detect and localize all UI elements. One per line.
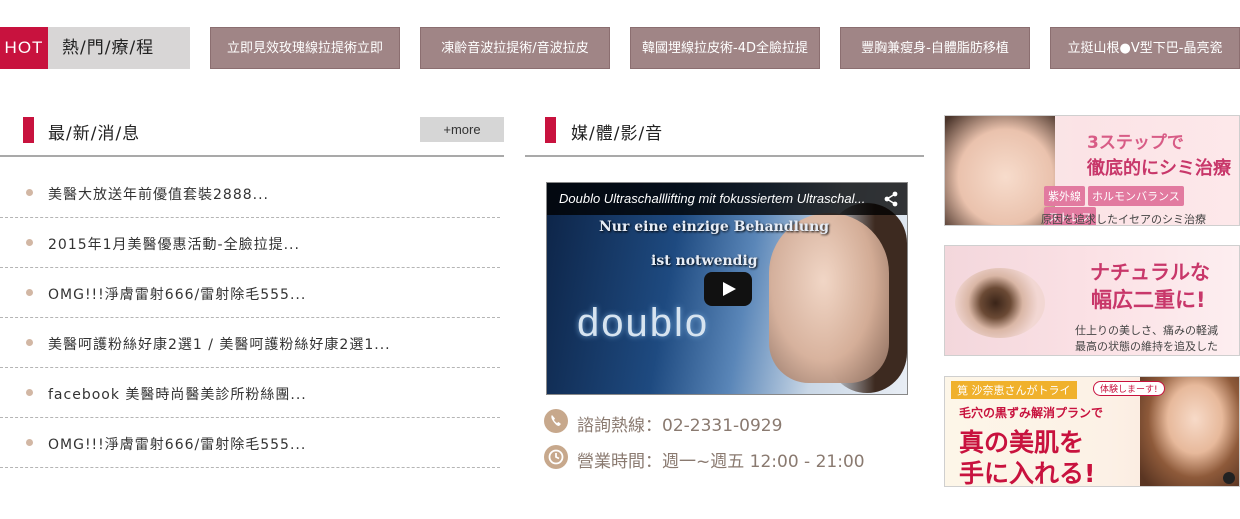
- banner-badge: 体験しまーす!: [1093, 381, 1165, 396]
- share-icon[interactable]: [883, 191, 899, 207]
- phone-icon: [544, 409, 568, 433]
- banner-double-eyelid[interactable]: ナチュラルな 幅広二重に! 仕上りの美しさ、痛みの軽減 最高の状態の維持を追及し…: [944, 245, 1240, 356]
- banner-spot-treatment[interactable]: 3ステップで 徹底的にシミ治療 紫外線 ホルモンバランスストレス 原因を追求したイ…: [944, 115, 1240, 226]
- list-item[interactable]: 美醫大放送年前優值套裝2888...: [0, 168, 500, 218]
- banner-subtext: 毛穴の黒ずみ解消プランで: [959, 406, 1104, 420]
- bullet-icon: [26, 289, 33, 296]
- hot-treatment-button-4[interactable]: 豐胸兼瘦身-自體脂肪移植: [840, 27, 1030, 69]
- next-arrow-icon[interactable]: [1223, 472, 1235, 484]
- news-link[interactable]: OMG!!!淨膚雷射666/雷射除毛555...: [48, 284, 306, 304]
- news-link[interactable]: 美醫大放送年前優值套裝2888...: [48, 184, 269, 204]
- media-section-header: 媒/體/影/音: [525, 117, 924, 157]
- phone-text: 諮詢熱線：02-2331-0929: [577, 416, 783, 436]
- bullet-icon: [26, 439, 33, 446]
- bullet-icon: [26, 389, 33, 396]
- bullet-icon: [26, 189, 33, 196]
- banner-heading: ナチュラルな: [1090, 260, 1210, 284]
- news-link[interactable]: OMG!!!淨膚雷射666/雷射除毛555...: [48, 434, 306, 454]
- media-title: 媒/體/影/音: [571, 124, 664, 144]
- video-model-face: [769, 213, 889, 383]
- list-item[interactable]: OMG!!!淨膚雷射666/雷射除毛555...: [0, 418, 500, 468]
- list-item[interactable]: 2015年1月美醫優惠活動-全臉拉提...: [0, 218, 500, 268]
- banner-model-image: [945, 116, 1055, 225]
- news-title: 最/新/消/息: [48, 124, 141, 144]
- hot-treatment-button-2[interactable]: 凍齡音波拉提術/音波拉皮: [420, 27, 610, 69]
- list-item[interactable]: facebook 美醫時尚醫美診所粉絲團...: [0, 368, 500, 418]
- hot-treatment-button-5[interactable]: 立挺山根●V型下巴-晶亮瓷: [1050, 27, 1240, 69]
- banner-name-tag: 筧 沙奈恵さんがトライ: [951, 381, 1077, 399]
- banner-heading-2: 徹底的にシミ治療: [1087, 158, 1231, 179]
- video-player[interactable]: Nur eine einzige Behandlung ist notwendi…: [546, 182, 908, 395]
- bullet-icon: [26, 239, 33, 246]
- video-caption-line1: Nur eine einzige Behandlung: [599, 219, 830, 235]
- banner-subtext: 仕上りの美しさ、痛みの軽減: [1075, 324, 1218, 337]
- more-button[interactable]: +more: [420, 117, 504, 142]
- news-list: 美醫大放送年前優值套裝2888... 2015年1月美醫優惠活動-全臉拉提...…: [0, 168, 500, 468]
- banner-tag: 紫外線: [1044, 186, 1085, 206]
- banner-pore-care[interactable]: 筧 沙奈恵さんがトライ 体験しまーす! 毛穴の黒ずみ解消プランで 真の美肌を 手…: [944, 376, 1240, 487]
- banner-subtext-2: 最高の状態の維持を追及した: [1075, 340, 1218, 353]
- section-marker: [23, 117, 34, 143]
- news-section-header: 最/新/消/息 +more: [0, 117, 504, 157]
- hot-title: 熱/門/療/程: [48, 27, 190, 69]
- section-marker: [545, 117, 556, 143]
- news-link[interactable]: facebook 美醫時尚醫美診所粉絲團...: [48, 384, 307, 404]
- banner-tag: ホルモンバランス: [1088, 186, 1184, 206]
- hours-text: 營業時間：週一~週五 12:00 - 21:00: [577, 452, 865, 472]
- news-link[interactable]: 2015年1月美醫優惠活動-全臉拉提...: [48, 234, 300, 254]
- hot-treatment-button-1[interactable]: 立即見效玫瑰線拉提術立即: [210, 27, 400, 69]
- hot-label: HOT: [0, 27, 48, 69]
- banner-heading-2: 手に入れる!: [959, 459, 1096, 487]
- banner-eye-image: [955, 268, 1045, 338]
- list-item[interactable]: OMG!!!淨膚雷射666/雷射除毛555...: [0, 268, 500, 318]
- news-link[interactable]: 美醫呵護粉絲好康2選1 / 美醫呵護粉絲好康2選1...: [48, 334, 391, 354]
- bullet-icon: [26, 339, 33, 346]
- video-brand-logo: doublo: [577, 301, 710, 345]
- hot-treatment-button-3[interactable]: 韓國埋線拉皮術-4D全臉拉提: [630, 27, 820, 69]
- video-title[interactable]: Doublo Ultraschalllifting mit fokussiert…: [559, 191, 865, 206]
- play-icon[interactable]: [704, 272, 752, 306]
- list-item[interactable]: 美醫呵護粉絲好康2選1 / 美醫呵護粉絲好康2選1...: [0, 318, 500, 368]
- video-caption-line2: ist notwendig: [651, 253, 758, 269]
- banner-heading: 3ステップで: [1087, 133, 1184, 153]
- banner-footer: 原因を追求したイセアのシミ治療: [1041, 213, 1206, 226]
- clock-icon: [544, 445, 568, 469]
- banner-heading-2: 幅広二重に!: [1091, 288, 1206, 312]
